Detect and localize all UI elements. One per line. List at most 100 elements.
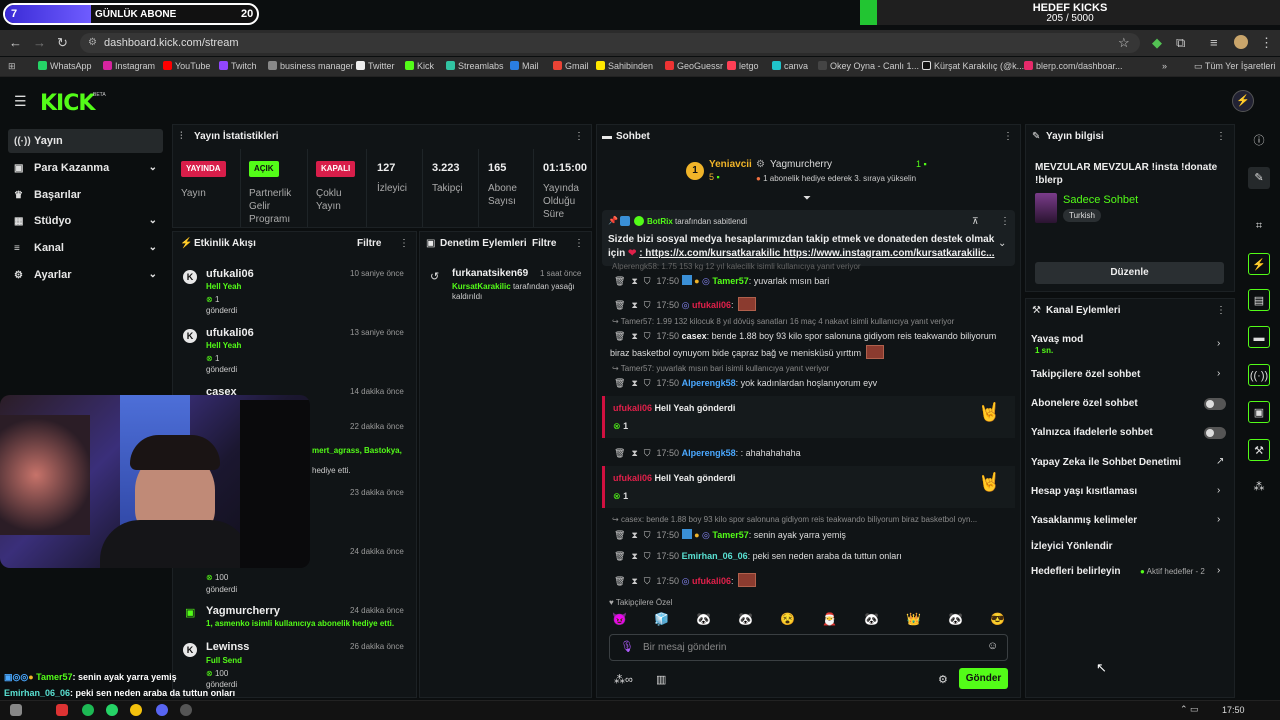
broadcast-icon[interactable]: ((·)) <box>1248 364 1270 386</box>
stream-info-more-icon[interactable]: ⋮ <box>1216 131 1226 142</box>
extensions-icon[interactable]: ⧉ <box>1176 35 1185 51</box>
address-bar[interactable] <box>80 33 1140 53</box>
banned-words-label[interactable]: Yasaklanmış kelimeler <box>1031 515 1137 526</box>
activity-more-icon[interactable]: ⋮ <box>399 238 409 249</box>
sidebar-item-yayin[interactable]: ((·)) Yayın <box>8 129 163 153</box>
external-link-icon[interactable]: ↗ <box>1216 456 1224 467</box>
media-icon[interactable]: ≡ <box>1210 35 1218 50</box>
discord-icon[interactable] <box>156 704 168 716</box>
collapse-icon[interactable]: ⏷ <box>803 193 811 204</box>
bookmark-blerp[interactable]: blerp.com/dashboar... <box>1024 61 1123 71</box>
mic-icon[interactable]: 🎙 <box>620 640 634 653</box>
set-goals-label[interactable]: Hedefleri belirleyin <box>1031 566 1120 577</box>
kick-logo[interactable]: KICK <box>40 91 95 116</box>
site-info-icon[interactable]: ⚙ <box>88 37 97 48</box>
slow-mode-label[interactable]: Yavaş mod <box>1031 334 1083 345</box>
bookmark-okey[interactable]: Okey Oyna - Canlı 1... <box>818 61 919 71</box>
sidebar-item-kanal[interactable]: ≡ Kanal ⌄ <box>8 236 163 260</box>
emote-button[interactable]: 🐼 <box>864 612 879 626</box>
apps-grid-icon[interactable]: ⊞ <box>8 61 16 72</box>
bookmark-instagram[interactable]: Instagram <box>103 61 155 71</box>
bookmark-mail[interactable]: Mail <box>510 61 539 71</box>
spotify-icon[interactable] <box>82 704 94 716</box>
all-bookmarks[interactable]: ▭ Tüm Yer İşaretleri <box>1194 61 1275 72</box>
emote-button[interactable]: 😈 <box>612 612 627 626</box>
edit-button[interactable]: Düzenle <box>1035 262 1224 284</box>
document-icon[interactable]: ▤ <box>1248 289 1270 311</box>
bookmark-sahibinden[interactable]: Sahibinden <box>596 61 653 71</box>
account-age-label[interactable]: Hesap yaşı kısıtlaması <box>1031 486 1137 497</box>
chevron-right-icon[interactable]: › <box>1217 565 1220 576</box>
info-icon[interactable]: ⓘ <box>1248 130 1270 152</box>
moderation-icon[interactable]: ▣ <box>1248 401 1270 423</box>
chevron-right-icon[interactable]: › <box>1217 485 1220 496</box>
channel-actions-more-icon[interactable]: ⋮ <box>1216 305 1226 316</box>
bookmark-business-manager[interactable]: business manager <box>268 61 354 71</box>
emotes-only-toggle[interactable] <box>1204 427 1226 439</box>
edit-icon[interactable]: ✎ <box>1248 167 1270 189</box>
chat-settings-icon[interactable]: ⚙ <box>938 673 948 686</box>
moderation-more-icon[interactable]: ⋮ <box>574 238 584 249</box>
hamburger-icon[interactable]: ☰ <box>14 93 27 110</box>
followers-only-label[interactable]: Takipçilere özel sohbet <box>1031 369 1140 380</box>
chevron-down-icon[interactable]: ⌄ <box>998 238 1006 249</box>
reload-icon[interactable]: ↻ <box>57 35 68 51</box>
chevron-right-icon[interactable]: › <box>1217 368 1220 379</box>
chrome-icon[interactable] <box>130 704 142 716</box>
shield-extension-icon[interactable]: ◆ <box>1152 35 1162 51</box>
extensions-icon[interactable]: ⁂ <box>1248 476 1270 498</box>
sidebar-item-para-kazanma[interactable]: ▣ Para Kazanma ⌄ <box>8 156 163 180</box>
back-icon[interactable]: ← <box>9 35 22 50</box>
chevron-right-icon[interactable]: › <box>1217 514 1220 525</box>
bookmark-whatsapp[interactable]: WhatsApp <box>38 61 92 71</box>
sidebar-item-ayarlar[interactable]: ⚙ Ayarlar ⌄ <box>8 263 163 287</box>
emote-button[interactable]: 🧊 <box>654 612 669 626</box>
sidebar-item-basarilar[interactable]: ♛ Başarılar <box>8 183 163 207</box>
bookmark-twitter[interactable]: Twitter <box>356 61 395 71</box>
browser-menu-icon[interactable]: ⋮ <box>1260 35 1273 51</box>
bookmark-streamlabs[interactable]: Streamlabs <box>446 61 504 71</box>
url-text[interactable]: dashboard.kick.com/stream <box>104 37 239 49</box>
chat-bubble-icon[interactable]: ▬ <box>1248 326 1270 348</box>
ai-moderation-label[interactable]: Yapay Zeka ile Sohbet Denetimi <box>1031 457 1181 468</box>
emote-button[interactable]: 🎅 <box>822 612 837 626</box>
unpin-icon[interactable]: ⊼ <box>972 216 979 227</box>
capture-icon[interactable]: ⌗ <box>1248 215 1270 237</box>
emoji-icon[interactable]: ☺ <box>987 640 998 652</box>
bookmark-canva[interactable]: canva <box>772 61 808 71</box>
chat-extensions-icon[interactable]: ⁂∞ <box>614 673 633 686</box>
shop-icon[interactable]: ▥ <box>656 673 666 686</box>
bookmark-letgo[interactable]: letgo <box>727 61 759 71</box>
category-name[interactable]: Sadece Sohbet <box>1063 194 1138 206</box>
obs-icon[interactable] <box>180 704 192 716</box>
bolt-icon[interactable]: ⚡ <box>1248 253 1270 275</box>
stats-more-icon[interactable]: ⋮ <box>574 131 584 142</box>
user-avatar[interactable]: ⚡ <box>1232 90 1254 112</box>
whatsapp-icon[interactable] <box>106 704 118 716</box>
star-icon[interactable]: ☆ <box>1118 35 1130 51</box>
pinned-more-icon[interactable]: ⋮ <box>1000 216 1010 227</box>
raid-label[interactable]: İzleyici Yönlendir <box>1031 541 1113 552</box>
chevron-right-icon[interactable]: › <box>1217 338 1220 349</box>
bookmark-twitch[interactable]: Twitch <box>219 61 257 71</box>
bookmark-gmail[interactable]: Gmail <box>553 61 589 71</box>
sidebar-item-studyo[interactable]: ▦ Stüdyo ⌄ <box>8 209 163 233</box>
send-button[interactable]: Gönder <box>959 668 1008 689</box>
bookmark-kursat-tiktok[interactable]: Kürşat Karakılıç (@k... <box>922 61 1024 71</box>
tray-icons[interactable]: ⌃ ▭ <box>1180 704 1199 715</box>
bookmarks-overflow[interactable]: » <box>1162 61 1167 71</box>
forward-icon[interactable]: → <box>33 35 46 50</box>
emote-button[interactable]: 🐼 <box>738 612 753 626</box>
profile-avatar[interactable] <box>1234 35 1248 49</box>
start-icon[interactable] <box>10 704 22 716</box>
moderation-filter[interactable]: Filtre <box>532 238 556 249</box>
bookmark-kick[interactable]: Kick <box>405 61 434 71</box>
wrench-icon[interactable]: ⚒ <box>1248 439 1270 461</box>
emote-button[interactable]: 👑 <box>906 612 921 626</box>
emote-button[interactable]: 🐼 <box>948 612 963 626</box>
bookmark-geoguessr[interactable]: GeoGuessr <box>665 61 723 71</box>
emote-button[interactable]: 🐼 <box>696 612 711 626</box>
subscribers-only-toggle[interactable] <box>1204 398 1226 410</box>
activity-filter[interactable]: Filtre <box>357 238 381 249</box>
bookmark-youtube[interactable]: YouTube <box>163 61 210 71</box>
